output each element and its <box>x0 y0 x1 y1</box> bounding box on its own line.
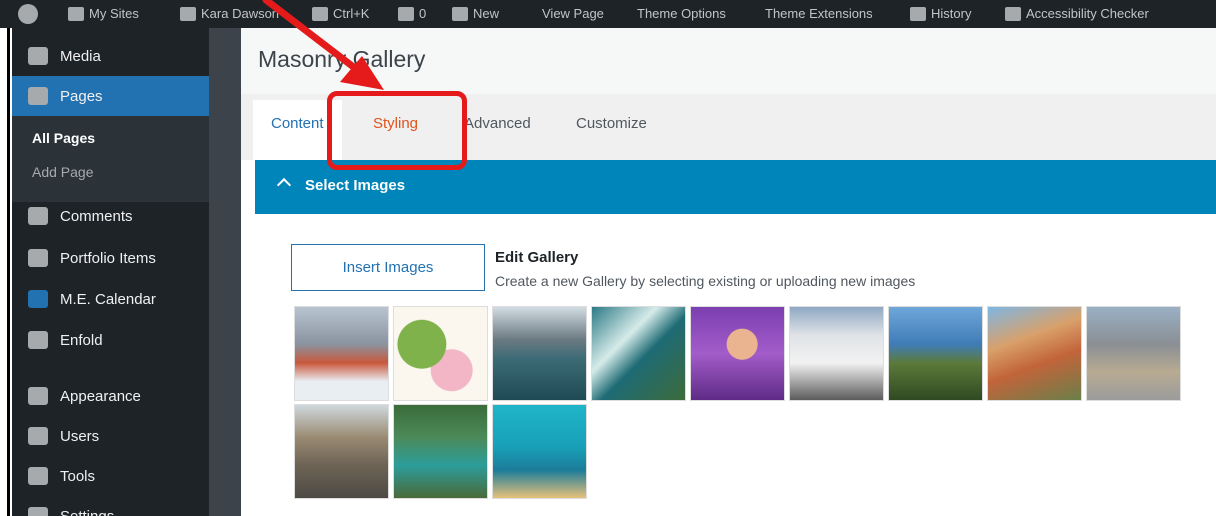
settings-icon <box>28 507 48 516</box>
gallery-thumbnail-girl-tablet[interactable] <box>690 306 785 401</box>
gallery-thumbnail-eiffel-street[interactable] <box>294 404 389 499</box>
plus-icon <box>452 7 468 21</box>
calendar-icon <box>28 290 48 308</box>
accessibility-checker-link[interactable]: Accessibility Checker <box>1005 4 1149 24</box>
enfold-icon <box>28 331 48 349</box>
admin-bar: My Sites Kara Dawson Ctrl+K 0 New View P… <box>0 0 1216 28</box>
section-title: Select Images <box>305 177 406 194</box>
media-icon <box>28 47 48 65</box>
gallery-thumbnail-children-snow[interactable] <box>294 306 389 401</box>
sidebar-item-pages[interactable]: Pages <box>12 76 219 116</box>
tab-customize[interactable]: Customize <box>558 100 665 160</box>
submenu-all-pages[interactable]: All Pages <box>32 130 95 146</box>
gallery-thumbnail-city-river[interactable] <box>987 306 1082 401</box>
sidebar-item-portfolio[interactable]: Portfolio Items <box>12 238 209 278</box>
sidebar-item-tools[interactable]: Tools <box>12 456 209 496</box>
view-page-link[interactable]: View Page <box>542 4 604 24</box>
gallery-thumbnail-modern-building[interactable] <box>789 306 884 401</box>
editor-gutter <box>209 28 241 516</box>
theme-options-link[interactable]: Theme Options <box>637 4 726 24</box>
comment-icon <box>398 7 414 21</box>
page-title: Masonry Gallery <box>258 46 426 72</box>
new-content-link[interactable]: New <box>452 4 499 24</box>
edit-gallery-title: Edit Gallery <box>495 249 579 266</box>
gallery-thumbnail-ocean-coast[interactable] <box>591 306 686 401</box>
wordpress-icon <box>18 4 38 24</box>
search-icon <box>312 7 328 21</box>
history-link[interactable]: History <box>910 4 971 24</box>
site-name-link[interactable]: Kara Dawson <box>180 4 279 24</box>
gallery-thumbnail-forest-river[interactable] <box>393 404 488 499</box>
sidebar-item-enfold[interactable]: Enfold <box>12 320 209 360</box>
sidebar-item-calendar[interactable]: M.E. Calendar <box>12 279 209 319</box>
gallery-thumbnail-cactus-axolotl[interactable] <box>393 306 488 401</box>
sidebar-item-settings[interactable]: Settings <box>12 496 209 516</box>
history-icon <box>910 7 926 21</box>
sites-icon <box>68 7 84 21</box>
gallery-thumbnail-daisies-sea[interactable] <box>888 306 983 401</box>
submenu-add-page[interactable]: Add Page <box>32 164 94 180</box>
theme-extensions-link[interactable]: Theme Extensions <box>765 4 873 24</box>
sidebar-item-comments[interactable]: Comments <box>12 196 209 236</box>
comments-link[interactable]: 0 <box>398 4 426 24</box>
command-search[interactable]: Ctrl+K <box>312 4 369 24</box>
pages-icon <box>28 87 48 105</box>
my-sites-link[interactable]: My Sites <box>68 4 139 24</box>
insert-images-button[interactable]: Insert Images <box>291 244 485 291</box>
sidebar-item-appearance[interactable]: Appearance <box>12 376 209 416</box>
portfolio-icon <box>28 249 48 267</box>
comments-icon <box>28 207 48 225</box>
home-icon <box>180 7 196 21</box>
sidebar-item-media[interactable]: Media <box>12 36 209 76</box>
edit-gallery-description: Create a new Gallery by selecting existi… <box>495 273 916 289</box>
pages-submenu: All Pages Add Page <box>12 116 209 202</box>
appearance-icon <box>28 387 48 405</box>
admin-sidebar: Media Pages All Pages Add Page Comments … <box>12 28 219 516</box>
tools-icon <box>28 467 48 485</box>
frame-line <box>7 0 10 516</box>
users-icon <box>28 427 48 445</box>
screenshot-frame-edge <box>0 0 12 516</box>
gallery-thumbnail-louvre[interactable] <box>1086 306 1181 401</box>
gallery-thumbnail-underwater[interactable] <box>492 404 587 499</box>
accessibility-icon <box>1005 7 1021 21</box>
wordpress-menu[interactable] <box>18 4 38 24</box>
gallery-thumbnail-lake-mountains[interactable] <box>492 306 587 401</box>
annotation-highlight-box <box>327 91 467 170</box>
sidebar-item-users[interactable]: Users <box>12 416 209 456</box>
